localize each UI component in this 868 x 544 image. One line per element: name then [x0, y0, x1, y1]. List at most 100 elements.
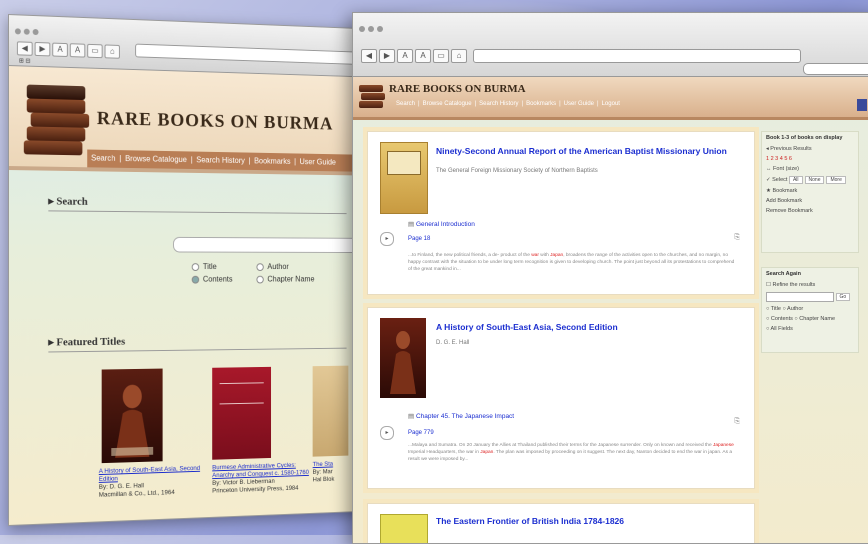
back-icon[interactable]: ◀: [361, 49, 377, 63]
refine-panel: Search Again ☐ Refine the results Go ○ T…: [761, 267, 859, 353]
text-small-icon[interactable]: A: [52, 43, 68, 57]
go-button[interactable]: Go: [836, 293, 851, 301]
font-size-control[interactable]: ↔ Font (size): [762, 164, 858, 174]
copy-icon[interactable]: ⎘: [734, 418, 740, 426]
result-card: A History of South-East Asia, Second Edi…: [367, 307, 755, 489]
result-card: The Eastern Frontier of British India 17…: [367, 503, 755, 544]
refine-opt-allfields[interactable]: ○ All Fields: [762, 324, 858, 334]
book-cover-2[interactable]: [212, 367, 271, 460]
result-page-2[interactable]: Page 779: [408, 430, 434, 436]
refine-input[interactable]: [766, 292, 834, 302]
nav-history[interactable]: Search History: [193, 155, 249, 165]
books-logo-icon: [27, 77, 86, 156]
text-small-icon[interactable]: A: [397, 49, 413, 63]
page-play-icon[interactable]: ▸: [380, 426, 394, 440]
address-bar[interactable]: [135, 44, 364, 65]
page-content-front: RARE BOOKS ON BURMA Search | Browse Catalo…: [353, 77, 868, 543]
refine-label: Refine the results: [772, 282, 815, 288]
nav-bookmarks[interactable]: Bookmarks: [523, 101, 559, 107]
browser-search-input[interactable]: [803, 63, 868, 75]
result-chapter-2[interactable]: Chapter 45. The Japanese Impact: [408, 412, 514, 420]
result-title-1[interactable]: Ninety-Second Annual Report of the Ameri…: [436, 146, 727, 156]
address-bar-front[interactable]: [473, 49, 801, 63]
copy-icon[interactable]: ⎘: [734, 234, 740, 242]
refine-opt-title[interactable]: ○ Title: [766, 306, 781, 312]
refine-checkbox[interactable]: ☐ Refine the results: [762, 280, 858, 290]
window-controls-front[interactable]: [359, 19, 386, 37]
user-icon[interactable]: [857, 99, 867, 111]
select-label: Select: [772, 177, 787, 183]
nav-bookmarks[interactable]: Bookmarks: [250, 156, 294, 165]
snippet-text: with: [539, 253, 550, 258]
bookmark-icon[interactable]: ▭: [433, 49, 449, 63]
forward-icon[interactable]: ▶: [379, 49, 395, 63]
book-link-2[interactable]: Burmese Administrative Cycles: Anarchy a…: [212, 462, 309, 479]
result-page-1[interactable]: Page 18: [408, 236, 430, 242]
prev-results[interactable]: ◂ Previous Results: [762, 144, 858, 154]
nav-guide[interactable]: User Guide: [296, 157, 339, 166]
refine-opt-label: Chapter Name: [799, 316, 835, 322]
forward-icon[interactable]: ▶: [35, 42, 51, 56]
refine-opt-contents[interactable]: ○ Contents: [766, 316, 793, 322]
book-cover-1[interactable]: [102, 369, 163, 464]
refine-opt-author[interactable]: ○ Author: [782, 306, 803, 312]
nav-history[interactable]: Search History: [476, 101, 521, 107]
refine-opt-chapter[interactable]: ○ Chapter Name: [794, 316, 835, 322]
site-banner: RARE BOOKS ON BURMA Search | Browse Catalo…: [9, 66, 382, 176]
featured-heading: ▸ Featured Titles: [48, 335, 125, 349]
select-more-button[interactable]: More: [826, 176, 845, 184]
text-large-icon[interactable]: A: [415, 49, 431, 63]
tab-strip: ⊞ ⊟: [19, 57, 31, 64]
snippet-text: Imperial Headquarters, the war in: [408, 450, 480, 455]
result-snippet-1: ...to Finland, the new political friends…: [408, 252, 738, 273]
result-title-2[interactable]: A History of South-East Asia, Second Edi…: [436, 322, 618, 332]
refine-options: ○ Title ○ Author: [762, 304, 858, 314]
browser-window-back: ◀ ▶ A A ▭ ⌂ ⊞ ⊟ RARE BOOKS ON BURMA Search | Br…: [8, 14, 383, 526]
nav-logout[interactable]: Logout: [599, 101, 623, 107]
back-icon[interactable]: ◀: [17, 41, 33, 56]
result-chapter-1[interactable]: General Introduction: [408, 220, 475, 228]
result-cover-2[interactable]: [380, 318, 426, 398]
snippet-highlight: Japan: [550, 253, 563, 258]
book-publisher-1: Macmillan & Co., Ltd., 1964: [99, 489, 175, 499]
bookmark-icon[interactable]: ▭: [87, 44, 102, 58]
home-icon[interactable]: ⌂: [105, 44, 120, 58]
book-publisher-3: Hal Blok: [313, 476, 335, 483]
text-large-icon[interactable]: A: [70, 43, 86, 57]
nav-search[interactable]: Search: [87, 153, 119, 162]
pager[interactable]: 1 2 3 4 5 6: [762, 154, 858, 164]
result-card: Ninety-Second Annual Report of the Ameri…: [367, 131, 755, 295]
result-cover-1[interactable]: [380, 142, 428, 214]
book-link-1[interactable]: A History of South-East Asia, Second Edi…: [99, 465, 200, 483]
snippet-highlight: war: [531, 253, 539, 258]
book-link-3[interactable]: The Sta: [313, 461, 333, 468]
opt-contents[interactable]: Contents: [192, 275, 257, 284]
results-count: Book 1-3 of books on display: [762, 132, 858, 144]
select-all-button[interactable]: All: [789, 176, 803, 184]
select-none-button[interactable]: None: [805, 176, 825, 184]
nav-browse[interactable]: Browse Catalogue: [121, 154, 190, 164]
search-options: Title Author Contents Chapter Name: [192, 262, 320, 287]
books-logo-icon: [359, 83, 383, 111]
opt-chapter[interactable]: Chapter Name: [256, 275, 319, 284]
results-panel: Book 1-3 of books on display ◂ Previous …: [761, 131, 859, 253]
page-play-icon[interactable]: ▸: [380, 232, 394, 246]
result-title-3[interactable]: The Eastern Frontier of British India 17…: [436, 516, 624, 526]
site-title-front: RARE BOOKS ON BURMA: [389, 83, 526, 95]
add-bookmark-button[interactable]: Add Bookmark: [762, 196, 858, 206]
featured-heading-text: Featured Titles: [56, 336, 125, 349]
site-nav: Search | Browse Catalogue | Search History | B…: [87, 150, 383, 173]
home-icon[interactable]: ⌂: [451, 49, 467, 63]
opt-author[interactable]: Author: [256, 262, 319, 271]
prev-results-label: Previous Results: [770, 146, 811, 152]
site-title: RARE BOOKS ON BURMA: [97, 108, 333, 135]
nav-browse[interactable]: Browse Catalogue: [420, 101, 475, 107]
nav-search[interactable]: Search: [393, 101, 418, 107]
result-cover-3[interactable]: [380, 514, 428, 544]
book-cover-3[interactable]: [313, 366, 349, 457]
remove-bookmark-button[interactable]: Remove Bookmark: [762, 206, 858, 216]
nav-guide[interactable]: User Guide: [561, 101, 597, 107]
result-sub-1: The General Foreign Missionary Society o…: [436, 168, 598, 174]
opt-title[interactable]: Title: [192, 262, 257, 271]
browser-chrome-front: ◀ ▶ A A ▭ ⌂: [353, 13, 868, 77]
